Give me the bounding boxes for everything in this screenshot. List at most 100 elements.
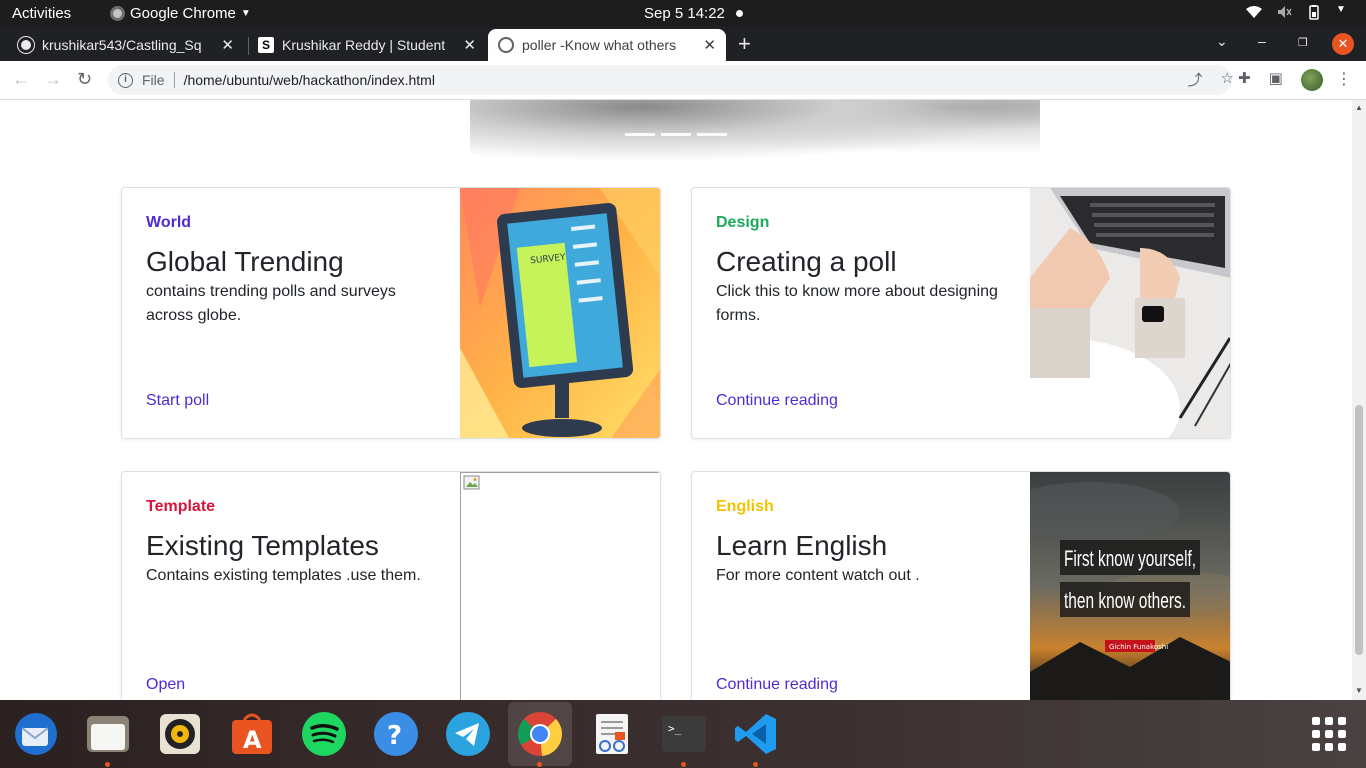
tab-student[interactable]: S Krushikar Reddy | Student ✕ bbox=[248, 29, 486, 61]
url-scheme: File bbox=[142, 72, 165, 88]
quote-image: First know yourself, then know others. G… bbox=[1030, 472, 1230, 700]
carousel-indicator[interactable] bbox=[697, 133, 727, 136]
reload-icon[interactable]: ↻ bbox=[77, 69, 92, 90]
text-editor-icon[interactable] bbox=[588, 710, 636, 758]
close-tab-icon[interactable]: ✕ bbox=[221, 36, 234, 54]
back-arrow-icon[interactable]: ← bbox=[12, 69, 30, 90]
minimize-icon[interactable]: – bbox=[1258, 33, 1266, 49]
card-creating-poll: Design Creating a poll Click this to kno… bbox=[691, 187, 1231, 439]
running-indicator bbox=[753, 762, 758, 767]
app-center-icon[interactable]: A bbox=[228, 710, 276, 758]
svg-text:?: ? bbox=[387, 721, 402, 751]
maximize-icon[interactable]: ❐ bbox=[1298, 36, 1308, 49]
quote-line-1: First know yourself, bbox=[1064, 546, 1196, 571]
card-existing-templates: Template Existing Templates Contains exi… bbox=[121, 471, 661, 700]
card-category: Design bbox=[716, 214, 770, 231]
running-indicator bbox=[681, 762, 686, 767]
address-bar[interactable]: i File /home/ubuntu/web/hackathon/index.… bbox=[108, 65, 1232, 95]
card-body: Template Existing Templates Contains exi… bbox=[146, 498, 436, 588]
card-text: contains trending polls and surveys acro… bbox=[146, 283, 396, 324]
forward-arrow-icon[interactable]: → bbox=[44, 69, 62, 90]
divider bbox=[173, 72, 175, 88]
card-text: For more content watch out . bbox=[716, 567, 920, 584]
open-link[interactable]: Open bbox=[146, 676, 185, 694]
card-body: English Learn English For more content w… bbox=[716, 498, 1006, 588]
extensions-puzzle-icon[interactable]: ✚ bbox=[1238, 69, 1251, 87]
bookmark-star-icon[interactable]: ☆ bbox=[1221, 69, 1234, 90]
card-category: Template bbox=[146, 498, 216, 515]
menu-kebab-icon[interactable]: ⋮ bbox=[1336, 69, 1352, 89]
scroll-up-arrow-icon[interactable]: ▲ bbox=[1355, 103, 1363, 112]
extension-actions: ✚ ▣ bbox=[1238, 69, 1283, 87]
tab-title: krushikar543/Castling_Sq bbox=[42, 37, 202, 53]
ubuntu-dock: A ? >_ bbox=[0, 700, 1366, 768]
start-poll-link[interactable]: Start poll bbox=[146, 392, 209, 410]
tab-strip: krushikar543/Castling_Sq ✕ S Krushikar R… bbox=[0, 27, 1366, 61]
spotify-icon[interactable] bbox=[300, 710, 348, 758]
close-window-button[interactable]: ✕ bbox=[1332, 33, 1354, 55]
page-scrollbar[interactable]: ▲ ▼ bbox=[1352, 100, 1366, 700]
continue-reading-link[interactable]: Continue reading bbox=[716, 392, 838, 410]
omnibox-actions: ⤴ ☆ bbox=[1188, 69, 1234, 90]
scroll-down-arrow-icon[interactable]: ▼ bbox=[1355, 686, 1363, 695]
rhythmbox-icon[interactable] bbox=[156, 710, 204, 758]
card-learn-english: English Learn English For more content w… bbox=[691, 471, 1231, 700]
card-title: Global Trending bbox=[146, 246, 344, 277]
system-menu-caret-icon: ▼ bbox=[1336, 4, 1346, 15]
broken-image-icon bbox=[463, 475, 480, 490]
running-indicator bbox=[537, 762, 542, 767]
clock[interactable]: Sep 5 14:22 bbox=[644, 5, 725, 22]
student-site-icon: S bbox=[258, 37, 274, 53]
info-icon[interactable]: i bbox=[118, 72, 133, 88]
survey-monitor-image: SURVEY bbox=[460, 188, 660, 438]
carousel-image bbox=[470, 100, 1040, 162]
carousel-indicators[interactable] bbox=[625, 133, 727, 136]
help-icon[interactable]: ? bbox=[372, 710, 420, 758]
url-text[interactable]: /home/ubuntu/web/hackathon/index.html bbox=[184, 72, 435, 88]
running-indicator bbox=[105, 762, 110, 767]
scrollbar-thumb[interactable] bbox=[1355, 405, 1363, 655]
terminal-icon[interactable]: >_ bbox=[660, 710, 708, 758]
chrome-icon[interactable] bbox=[508, 702, 572, 766]
new-tab-button[interactable]: + bbox=[738, 33, 751, 55]
app-menu-label: Google Chrome bbox=[130, 5, 236, 22]
system-top-bar: Activities Google Chrome ▼ Sep 5 14:22 ▼ bbox=[0, 0, 1366, 27]
card-category: World bbox=[146, 214, 192, 231]
thunderbird-icon[interactable] bbox=[12, 710, 60, 758]
card-category: English bbox=[716, 498, 774, 515]
tab-search-icon[interactable]: ⌄ bbox=[1216, 33, 1228, 50]
card-text: Click this to know more about designing … bbox=[716, 283, 998, 324]
github-icon bbox=[18, 37, 34, 53]
carousel-indicator[interactable] bbox=[625, 133, 655, 136]
tab-title: Krushikar Reddy | Student bbox=[282, 37, 446, 53]
broken-image bbox=[460, 472, 660, 700]
tab-poller[interactable]: poller -Know what others ✕ bbox=[488, 29, 726, 61]
telegram-icon[interactable] bbox=[444, 710, 492, 758]
tab-github[interactable]: krushikar543/Castling_Sq ✕ bbox=[8, 29, 244, 61]
card-text: Contains existing templates .use them. bbox=[146, 567, 421, 584]
notification-dot bbox=[736, 10, 743, 17]
close-tab-icon[interactable]: ✕ bbox=[703, 36, 716, 54]
app-menu[interactable]: Google Chrome ▼ bbox=[110, 5, 251, 22]
system-tray[interactable]: ▼ bbox=[1246, 4, 1352, 20]
close-tab-icon[interactable]: ✕ bbox=[463, 36, 476, 54]
globe-icon bbox=[498, 37, 514, 53]
vscode-icon[interactable] bbox=[732, 710, 780, 758]
profile-avatar[interactable] bbox=[1301, 69, 1323, 91]
card-global-trending: World Global Trending contains trending … bbox=[121, 187, 661, 439]
tab-title: poller -Know what others bbox=[522, 37, 677, 53]
chrome-icon bbox=[110, 6, 125, 21]
card-body: World Global Trending contains trending … bbox=[146, 214, 436, 328]
show-applications-grid-icon[interactable] bbox=[1312, 717, 1346, 751]
side-panel-icon[interactable]: ▣ bbox=[1269, 69, 1283, 87]
card-title: Existing Templates bbox=[146, 530, 379, 561]
share-icon[interactable]: ⤴ bbox=[1188, 69, 1203, 90]
quote-author: Gichin Funakoshi bbox=[1109, 643, 1168, 651]
card-title: Learn English bbox=[716, 530, 888, 561]
laptop-typing-image bbox=[1030, 188, 1230, 438]
activities-button[interactable]: Activities bbox=[12, 5, 71, 22]
continue-reading-link[interactable]: Continue reading bbox=[716, 676, 838, 694]
files-icon[interactable] bbox=[84, 710, 132, 758]
browser-toolbar: ← → ↻ i File /home/ubuntu/web/hackathon/… bbox=[0, 61, 1366, 100]
carousel-indicator[interactable] bbox=[661, 133, 691, 136]
